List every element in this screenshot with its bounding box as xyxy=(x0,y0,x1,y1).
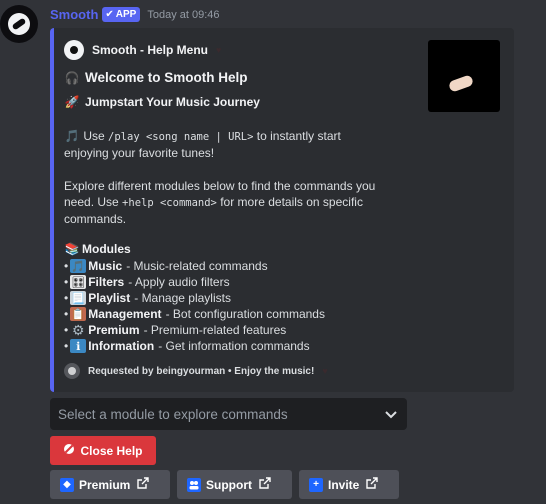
rocket-icon: 🚀 xyxy=(64,95,80,109)
invite-button[interactable]: + Invite xyxy=(299,470,399,499)
invite-label: Invite xyxy=(328,477,360,492)
app-badge-label: APP xyxy=(115,9,137,20)
module-item: • 🎵 Music - Music-related commands xyxy=(64,259,268,273)
module-name: Filters xyxy=(88,275,125,289)
module-desc: - Bot configuration commands xyxy=(165,307,325,321)
external-link-icon xyxy=(366,477,379,492)
intro-paragraph: 🎵 Use /play <song name | URL> to instant… xyxy=(64,128,384,161)
module-desc: - Manage playlists xyxy=(134,291,231,305)
embed-thumbnail[interactable] xyxy=(428,40,500,112)
management-icon: 📋 xyxy=(70,307,87,321)
support-button[interactable]: Support xyxy=(177,470,292,499)
help-command-code: +help <command> xyxy=(122,197,217,209)
books-icon: 📚 xyxy=(64,242,80,256)
module-item: • ℹ Information - Get information comman… xyxy=(64,339,310,353)
module-name: Management xyxy=(88,307,162,321)
embed-author: Smooth - Help Menu ♥ xyxy=(64,40,221,60)
explore-paragraph: Explore different modules below to find … xyxy=(64,178,384,227)
info-icon: ℹ xyxy=(70,339,87,353)
module-item: • 🎛 Filters - Apply audio filters xyxy=(64,275,230,289)
heart-icon: ♥ xyxy=(322,366,328,376)
module-item: • ⚙ Premium - Premium-related features xyxy=(64,321,287,338)
external-link-icon xyxy=(137,477,150,492)
module-name: Playlist xyxy=(88,291,131,305)
module-desc: - Apply audio filters xyxy=(128,275,230,289)
module-item: • 📃 Playlist - Manage playlists xyxy=(64,291,231,305)
check-icon: ✔ xyxy=(105,9,114,20)
module-desc: - Music-related commands xyxy=(126,259,268,273)
module-select[interactable]: Select a module to explore commands xyxy=(50,398,407,430)
embed-author-name: Smooth - Help Menu xyxy=(92,43,208,57)
bot-username[interactable]: Smooth xyxy=(50,7,98,22)
help-embed: Smooth - Help Menu ♥ 🎧 Welcome to Smooth… xyxy=(50,28,514,392)
close-help-label: Close Help xyxy=(80,443,143,458)
external-link-icon xyxy=(259,477,271,492)
embed-title: 🎧 Welcome to Smooth Help xyxy=(64,70,248,85)
module-name: Information xyxy=(88,339,155,353)
filters-icon: 🎛 xyxy=(70,275,87,289)
embed-title-text: Welcome to Smooth Help xyxy=(85,70,248,85)
diamond-icon: ◆ xyxy=(60,477,74,492)
requester-avatar xyxy=(64,363,80,379)
message-header: Smooth ✔ APP Today at 09:46 xyxy=(50,7,220,22)
module-select-placeholder: Select a module to explore commands xyxy=(58,406,288,422)
music-note-icon: 🎵 xyxy=(70,259,87,273)
intro-prefix: Use xyxy=(83,129,105,143)
premium-label: Premium xyxy=(79,477,131,492)
chevron-down-icon xyxy=(385,407,397,422)
modules-heading: 📚 Modules xyxy=(64,242,131,256)
plus-icon: + xyxy=(309,477,323,492)
module-desc: - Premium-related features xyxy=(143,323,287,337)
embed-author-avatar xyxy=(64,40,84,60)
premium-button[interactable]: ◆ Premium xyxy=(50,470,170,499)
bot-avatar[interactable] xyxy=(0,5,38,43)
smooth-logo-icon xyxy=(8,13,30,35)
play-command-code: /play <song name | URL> xyxy=(108,131,254,143)
module-name: Premium xyxy=(88,323,140,337)
playlist-icon: 📃 xyxy=(70,291,87,305)
module-item: • 📋 Management - Bot configuration comma… xyxy=(64,307,325,321)
users-icon xyxy=(187,477,201,492)
support-label: Support xyxy=(206,477,252,492)
headphones-icon: 🎧 xyxy=(64,70,80,85)
embed-footer-text: Requested by beingyourman • Enjoy the mu… xyxy=(88,365,315,377)
embed-subtitle: 🚀 Jumpstart Your Music Journey xyxy=(64,95,260,109)
module-name: Music xyxy=(88,259,123,273)
modules-list: • 🎵 Music - Music-related commands • 🎛 F… xyxy=(64,258,325,354)
gear-icon: ⚙ xyxy=(71,321,85,338)
stop-icon xyxy=(63,443,75,458)
module-desc: - Get information commands xyxy=(158,339,310,353)
music-notes-icon: 🎵 xyxy=(64,129,80,143)
embed-footer: Requested by beingyourman • Enjoy the mu… xyxy=(64,363,328,379)
message-timestamp: Today at 09:46 xyxy=(147,8,220,21)
close-help-button[interactable]: Close Help xyxy=(50,436,156,465)
app-badge: ✔ APP xyxy=(102,7,141,22)
embed-subtitle-text: Jumpstart Your Music Journey xyxy=(85,95,260,109)
modules-heading-text: Modules xyxy=(82,242,131,256)
heart-icon: ♥ xyxy=(216,45,222,55)
